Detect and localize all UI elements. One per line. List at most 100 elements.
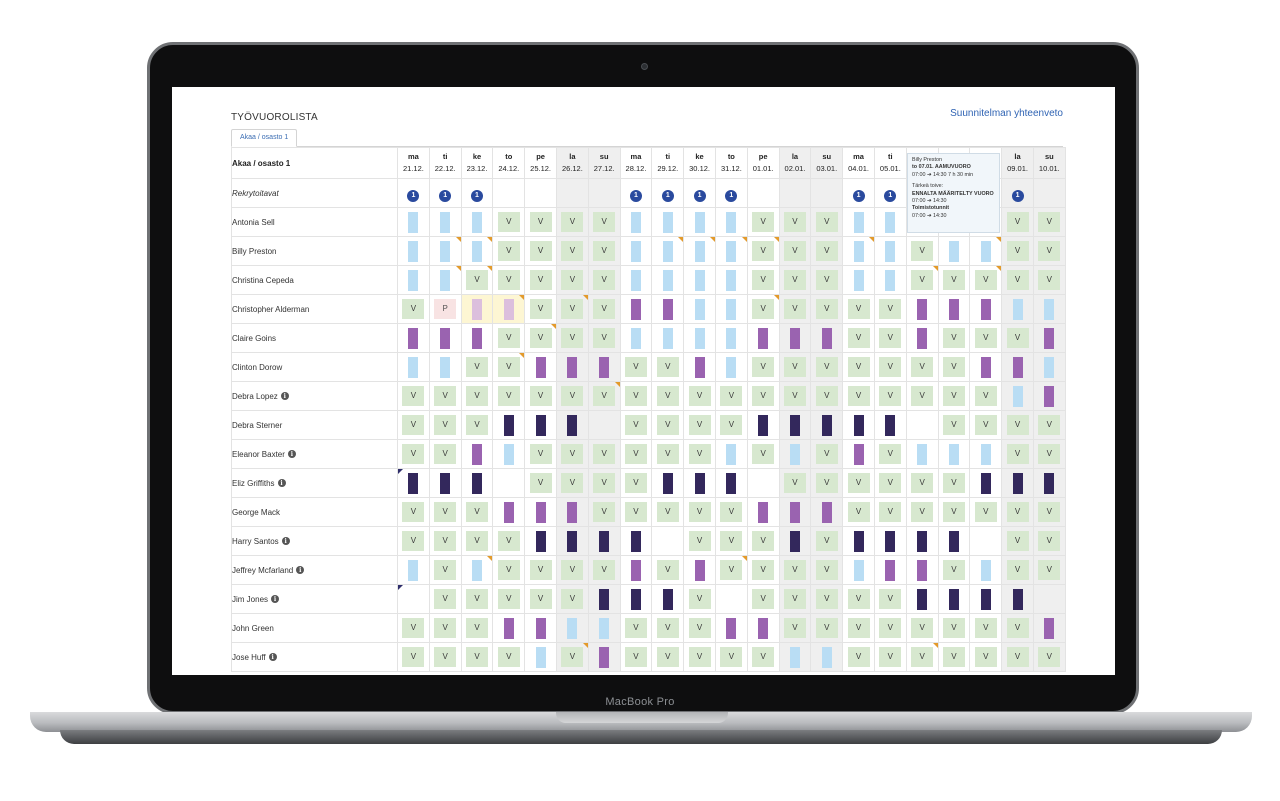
shift-cell[interactable] <box>714 265 748 295</box>
shift-cell[interactable] <box>810 323 844 353</box>
shift-cell[interactable]: V <box>810 613 844 643</box>
shift-cell[interactable]: V <box>810 468 844 498</box>
shift-cell[interactable] <box>397 265 430 295</box>
open-shift-count[interactable]: 1 <box>725 189 738 202</box>
open-shift-count[interactable]: 1 <box>470 189 483 202</box>
shift-cell[interactable] <box>651 236 685 266</box>
shift-cell[interactable] <box>524 642 557 672</box>
shift-cell[interactable]: V <box>842 323 875 353</box>
shift-cell[interactable]: V <box>587 468 621 498</box>
shift-cell[interactable] <box>460 207 494 237</box>
shift-cell[interactable]: V <box>492 207 526 237</box>
shift-cell[interactable]: V <box>842 468 875 498</box>
shift-cell[interactable] <box>714 439 748 469</box>
shift-cell[interactable]: V <box>1001 439 1034 469</box>
shift-cell[interactable]: V <box>397 497 430 527</box>
shift-cell[interactable]: V <box>1001 236 1034 266</box>
shift-cell[interactable] <box>428 468 462 498</box>
shift-cell[interactable] <box>683 294 716 324</box>
shift-cell[interactable] <box>619 236 653 266</box>
shift-cell[interactable] <box>587 410 621 440</box>
shift-cell[interactable] <box>397 352 430 382</box>
shift-cell[interactable]: V <box>428 497 462 527</box>
employee-name-cell[interactable]: Antonia Sell <box>231 207 398 237</box>
shift-cell[interactable] <box>810 497 844 527</box>
shift-cell[interactable]: V <box>683 584 716 614</box>
shift-cell[interactable]: V <box>524 584 557 614</box>
shift-cell[interactable]: V <box>905 236 939 266</box>
shift-cell[interactable]: V <box>1001 555 1034 585</box>
plan-summary-link[interactable]: Suunnitelman yhteenveto <box>950 108 1063 119</box>
shift-cell[interactable] <box>397 584 430 614</box>
shift-cell[interactable] <box>746 497 780 527</box>
open-shift-count[interactable]: 1 <box>1011 189 1024 202</box>
shift-cell[interactable]: V <box>460 410 494 440</box>
shift-cell[interactable]: V <box>524 265 557 295</box>
shift-cell[interactable] <box>1001 584 1034 614</box>
shift-cell[interactable]: V <box>587 323 621 353</box>
shift-cell[interactable]: V <box>683 642 716 672</box>
shift-cell[interactable] <box>1001 381 1034 411</box>
shift-cell[interactable] <box>428 207 462 237</box>
shift-cell[interactable]: V <box>778 207 812 237</box>
shift-cell[interactable] <box>969 555 1003 585</box>
shift-cell[interactable] <box>842 526 875 556</box>
shift-cell[interactable]: V <box>746 236 780 266</box>
open-shift-count[interactable]: 1 <box>407 189 420 202</box>
shift-cell[interactable] <box>397 555 430 585</box>
shift-cell[interactable]: V <box>810 294 844 324</box>
shift-cell[interactable]: V <box>587 439 621 469</box>
shift-cell[interactable] <box>873 526 907 556</box>
shift-cell[interactable] <box>937 439 971 469</box>
shift-cell[interactable]: V <box>555 584 589 614</box>
shift-cell[interactable]: V <box>460 613 494 643</box>
shift-cell[interactable] <box>905 323 939 353</box>
shift-cell[interactable] <box>587 526 621 556</box>
shift-cell[interactable]: V <box>937 323 971 353</box>
shift-cell[interactable] <box>905 410 939 440</box>
employee-name-cell[interactable]: Clinton Dorow <box>231 352 398 382</box>
shift-cell[interactable]: V <box>1032 236 1066 266</box>
shift-cell[interactable] <box>778 497 812 527</box>
shift-cell[interactable] <box>619 526 653 556</box>
shift-cell[interactable] <box>587 613 621 643</box>
shift-cell[interactable]: V <box>428 584 462 614</box>
employee-name-cell[interactable]: George Mack <box>231 497 398 527</box>
shift-cell[interactable]: V <box>873 584 907 614</box>
employee-name-cell[interactable]: Eliz Griffiths i <box>231 468 398 498</box>
shift-cell[interactable] <box>524 352 557 382</box>
shift-cell[interactable] <box>524 497 557 527</box>
shift-cell[interactable] <box>428 352 462 382</box>
shift-cell[interactable]: V <box>619 497 653 527</box>
shift-cell[interactable] <box>524 410 557 440</box>
recruit-cell[interactable]: 1 <box>397 178 430 208</box>
recruit-cell[interactable]: 1 <box>683 178 716 208</box>
shift-cell[interactable]: V <box>873 352 907 382</box>
shift-cell[interactable] <box>1032 294 1066 324</box>
shift-cell[interactable] <box>492 468 526 498</box>
shift-cell[interactable] <box>714 236 748 266</box>
shift-cell[interactable]: V <box>937 613 971 643</box>
shift-cell[interactable] <box>842 555 875 585</box>
shift-cell[interactable]: V <box>778 555 812 585</box>
shift-cell[interactable]: V <box>778 381 812 411</box>
shift-cell[interactable]: V <box>428 613 462 643</box>
shift-cell[interactable]: V <box>905 497 939 527</box>
shift-cell[interactable] <box>460 439 494 469</box>
shift-cell[interactable] <box>524 613 557 643</box>
shift-cell[interactable] <box>937 294 971 324</box>
shift-cell[interactable]: V <box>778 236 812 266</box>
shift-cell[interactable] <box>937 236 971 266</box>
shift-cell[interactable]: V <box>651 381 685 411</box>
shift-cell[interactable] <box>651 294 685 324</box>
recruit-cell[interactable] <box>810 178 844 208</box>
employee-name-cell[interactable]: Claire Goins <box>231 323 398 353</box>
shift-cell[interactable]: V <box>428 642 462 672</box>
shift-cell[interactable] <box>397 323 430 353</box>
shift-cell[interactable]: V <box>937 468 971 498</box>
shift-cell[interactable]: V <box>873 294 907 324</box>
shift-cell[interactable] <box>460 294 494 324</box>
recruit-cell[interactable] <box>1032 178 1066 208</box>
shift-cell[interactable] <box>969 236 1003 266</box>
shift-cell[interactable]: P <box>428 294 462 324</box>
